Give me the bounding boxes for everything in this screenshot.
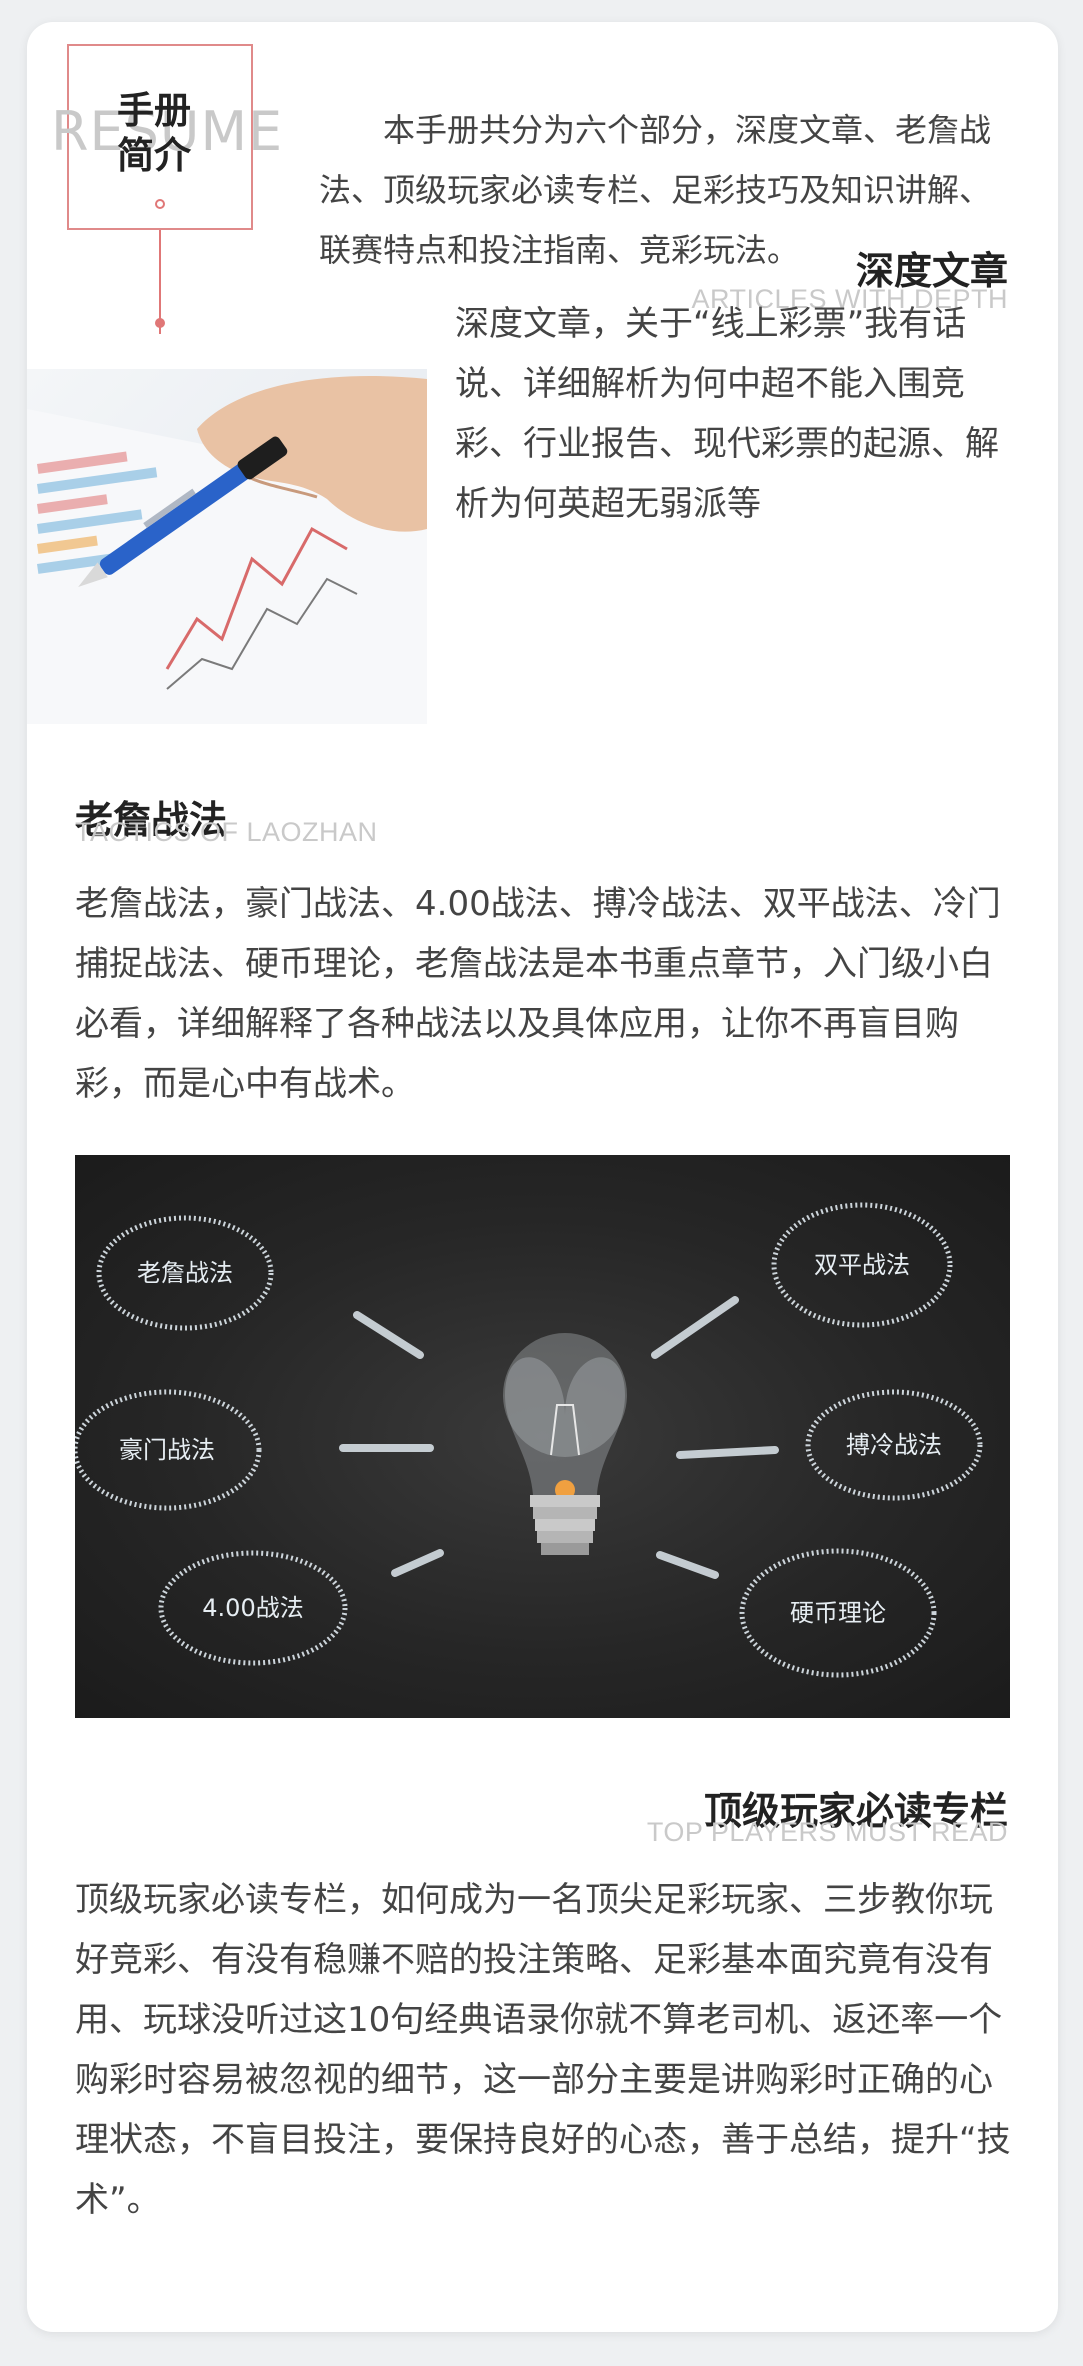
chalk-stroke <box>656 1551 719 1579</box>
intro-title: 手册 简介 <box>117 88 217 178</box>
articles-paragraph: 深度文章，关于“线上彩票”我有话说、详细解析为何中超不能入围竞彩、行业报告、现代… <box>455 304 999 524</box>
chalk-label-four-point: 4.00战法 <box>202 1594 303 1622</box>
content-card: RESUME 手册 简介 本手册共分为六个部分，深度文章、老詹战法、顶级玩家必读… <box>27 22 1058 2332</box>
pen-chart-illustration <box>27 376 427 724</box>
pen-chart-photo <box>27 369 427 724</box>
lightbulb-icon <box>503 1333 627 1555</box>
laozhan-paragraph: 老詹战法，豪门战法、4.00战法、搏冷战法、双平战法、冷门捕捉战法、硬币理论，老… <box>75 884 1001 1104</box>
chalk-stroke <box>353 1311 424 1359</box>
chalk-stroke <box>391 1549 444 1577</box>
chalk-label-haomen: 豪门战法 <box>119 1436 215 1464</box>
chalk-label-boleng: 搏冷战法 <box>846 1431 942 1459</box>
intro-title-line1: 手册 <box>117 89 191 132</box>
intro-connector-dot-bottom <box>155 318 165 328</box>
chalkboard-lightbulb-image: 老詹战法 豪门战法 4.00战法 双平战法 搏冷战法 硬币理论 <box>72 1155 1010 1718</box>
chalk-stroke <box>676 1446 779 1459</box>
top-players-paragraph: 顶级玩家必读专栏，如何成为一名顶尖足彩玩家、三步教你玩好竞彩、有没有稳赚不赔的投… <box>75 1880 1011 2220</box>
laozhan-subtitle: TACTICS OF LAOZHAN <box>75 817 378 847</box>
intro-connector-dot-top <box>155 199 165 209</box>
chalk-stroke <box>651 1296 739 1359</box>
top-players-subtitle: TOP PLAYERS MUST READ <box>646 1817 1008 1847</box>
intro-title-line2: 简介 <box>117 134 191 177</box>
chalk-label-laozhan: 老詹战法 <box>137 1259 233 1287</box>
chalkboard-illustration: 老詹战法 豪门战法 4.00战法 双平战法 搏冷战法 硬币理论 <box>72 1202 983 1678</box>
chalk-label-shuangping: 双平战法 <box>814 1251 910 1279</box>
chalk-label-yingbi: 硬币理论 <box>790 1599 886 1627</box>
